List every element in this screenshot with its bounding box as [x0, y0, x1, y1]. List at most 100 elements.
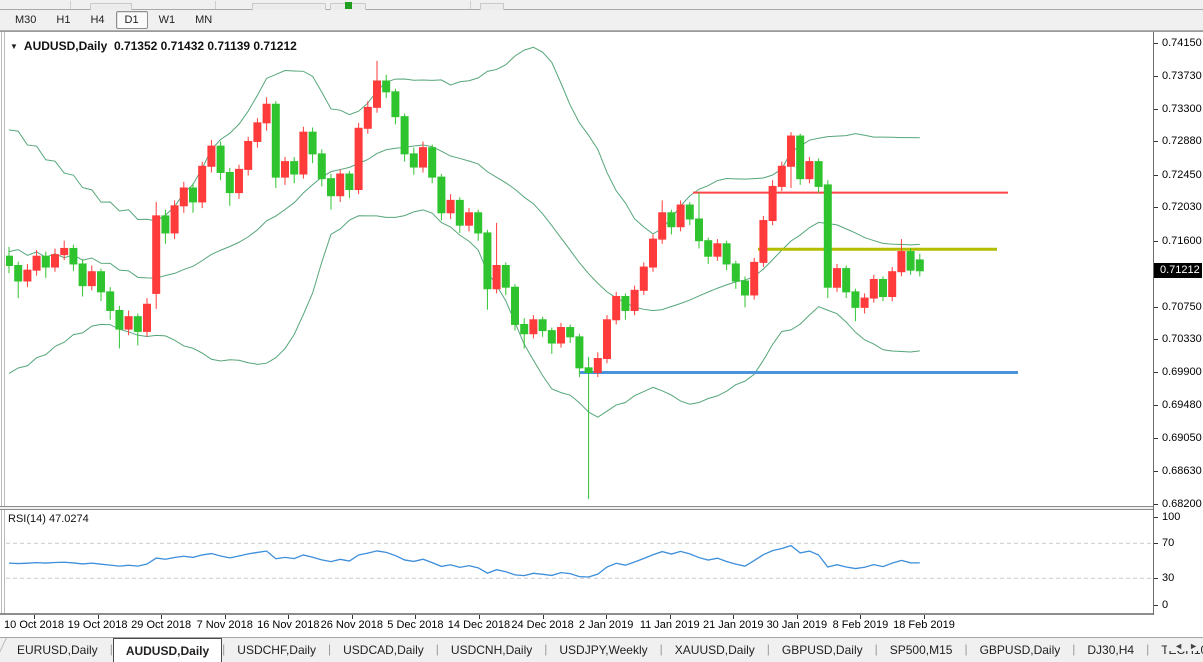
- timeframe-button-mn[interactable]: MN: [186, 11, 221, 29]
- candle-body: [180, 188, 187, 206]
- price-tick-label: 0.69050: [1162, 432, 1202, 444]
- chart-tab-usdjpy-weekly[interactable]: USDJPY,Weekly: [547, 638, 659, 662]
- candle-body: [484, 233, 491, 289]
- chart-tab-dj30-h4[interactable]: DJ30,H4: [1075, 638, 1146, 662]
- candle-body: [604, 320, 611, 359]
- candle-body: [512, 287, 519, 324]
- clipped-top-toolbar: [0, 0, 1203, 10]
- toolbar-green-indicator: [345, 2, 352, 9]
- candle-body: [337, 174, 344, 196]
- candle-body: [613, 297, 620, 320]
- candle-body: [880, 279, 887, 296]
- price-tick: [1154, 43, 1158, 44]
- candle-body: [420, 148, 427, 167]
- candle-body: [732, 264, 739, 281]
- timeframe-button-d1[interactable]: D1: [116, 11, 148, 29]
- candle-body: [466, 213, 473, 225]
- chart-ohlc-values: 0.71352 0.71432 0.71139 0.71212: [114, 39, 297, 53]
- candle-body: [6, 256, 13, 265]
- bollinger-bands: [9, 47, 920, 417]
- tab-scroll-left-icon[interactable]: ◄: [1174, 641, 1183, 651]
- candle-body: [79, 264, 86, 286]
- price-tick-label: 0.68630: [1162, 465, 1202, 477]
- candle-body: [456, 200, 463, 225]
- tab-scroll-right-icon[interactable]: ►: [1189, 641, 1198, 651]
- candle-body: [328, 179, 335, 196]
- chart-tab-eurusd-daily[interactable]: EURUSD,Daily: [5, 638, 110, 662]
- price-tick: [1154, 471, 1158, 472]
- candle-body: [15, 266, 22, 282]
- price-tick: [1154, 76, 1158, 77]
- chart-tab-usdcad-daily[interactable]: USDCAD,Daily: [331, 638, 436, 662]
- toolbar-separator: [70, 1, 71, 9]
- price-tick: [1154, 207, 1158, 208]
- candle-body: [824, 185, 831, 287]
- rsi-tick-label: 30: [1162, 572, 1174, 584]
- date-axis[interactable]: 10 Oct 201819 Oct 201829 Oct 20187 Nov 2…: [0, 615, 1153, 638]
- chart-tab-gbpusd-daily[interactable]: GBPUSD,Daily: [770, 638, 875, 662]
- chart-tab-usdchf-daily[interactable]: USDCHF,Daily: [225, 638, 328, 662]
- chart-tab-usdcnh-daily[interactable]: USDCNH,Daily: [439, 638, 544, 662]
- timeframe-button-w1[interactable]: W1: [150, 11, 185, 29]
- candle-body: [668, 213, 675, 227]
- price-tick-label: 0.73730: [1162, 70, 1202, 82]
- symbol-dropdown-icon[interactable]: ▼: [10, 42, 18, 51]
- candle-body: [282, 162, 289, 178]
- candle-body: [834, 269, 841, 288]
- chart-tab-audusd-daily[interactable]: AUDUSD,Daily: [113, 638, 222, 662]
- timeframe-button-h4[interactable]: H4: [81, 11, 113, 29]
- price-tick-label: 0.69480: [1162, 399, 1202, 411]
- candle-body: [107, 292, 114, 311]
- toolbar-button-fragment: [90, 3, 132, 10]
- rsi-line: [9, 546, 920, 577]
- candle-body: [530, 320, 537, 334]
- price-tick-label: 0.69900: [1162, 366, 1202, 378]
- chart-tab-gbpusd-daily[interactable]: GBPUSD,Daily: [968, 638, 1073, 662]
- candle-body: [870, 279, 877, 298]
- price-tick: [1154, 504, 1158, 505]
- chart-tab-xauusd-daily[interactable]: XAUUSD,Daily: [663, 638, 767, 662]
- candle-body: [226, 172, 233, 192]
- candle-body: [778, 166, 785, 186]
- candle-body: [171, 206, 178, 233]
- main-chart-canvas[interactable]: [6, 34, 1152, 506]
- candle-body: [300, 132, 307, 174]
- candle-body: [70, 248, 77, 264]
- candle-body: [116, 310, 123, 329]
- candle-body: [309, 132, 316, 154]
- price-axis[interactable]: 0.741500.737300.733000.728800.724500.720…: [1153, 32, 1203, 615]
- rsi-canvas[interactable]: [6, 510, 1152, 610]
- candle-body: [861, 298, 868, 307]
- toolbar-separator: [215, 1, 216, 9]
- candle-body: [760, 221, 767, 263]
- candle-body: [567, 328, 574, 337]
- timeframe-button-h1[interactable]: H1: [47, 11, 79, 29]
- timeframe-button-m30[interactable]: M30: [6, 11, 45, 29]
- candle-body: [199, 166, 206, 202]
- candle-body: [889, 272, 896, 297]
- candle-body: [907, 252, 914, 271]
- timeframe-toolbar: M30H1H4D1W1MN: [0, 10, 1203, 31]
- candle-body: [254, 123, 261, 142]
- candle-body: [429, 148, 436, 177]
- candle-body: [686, 205, 693, 219]
- rsi-indicator-label: RSI(14) 47.0274: [8, 513, 89, 525]
- chart-tab-sp500-m15[interactable]: SP500,M15: [878, 638, 965, 662]
- candle-body: [88, 272, 95, 286]
- price-tick: [1154, 141, 1158, 142]
- candle-body: [33, 256, 40, 270]
- candle-body: [291, 162, 298, 174]
- candle-body: [539, 320, 546, 331]
- candle-body: [61, 248, 68, 254]
- price-tick-label: 0.72030: [1162, 201, 1202, 213]
- candle-body: [245, 141, 252, 169]
- rsi-tick-label: 100: [1162, 511, 1180, 523]
- candle-body: [548, 331, 555, 343]
- candle-body: [162, 216, 169, 233]
- candle-body: [98, 272, 105, 292]
- candle-body: [134, 317, 141, 332]
- candle-body: [410, 154, 417, 167]
- chart-symbol-period: AUDUSD,Daily: [24, 39, 107, 53]
- candle-body: [236, 169, 243, 192]
- current-price-badge: 0.71212: [1154, 263, 1202, 278]
